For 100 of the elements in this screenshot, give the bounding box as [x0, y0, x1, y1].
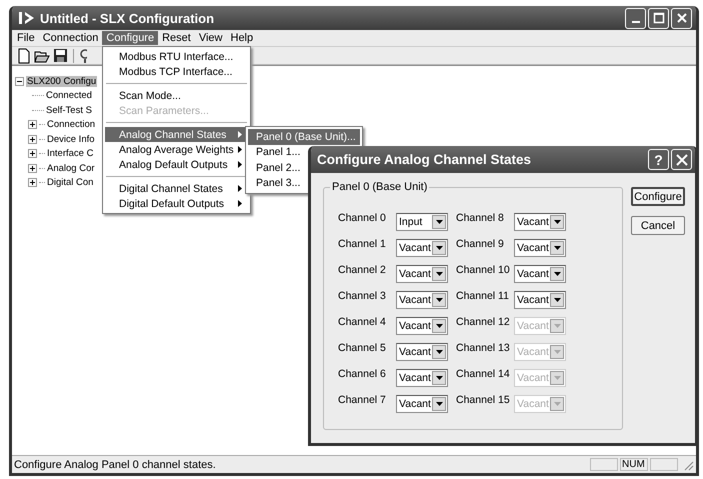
minimize-button[interactable] — [625, 8, 646, 28]
dialog-button[interactable]: Configure — [631, 187, 685, 206]
channel-label: Channel 1 — [338, 238, 387, 250]
channel-label: Channel 15 — [456, 394, 511, 406]
menu-entry[interactable]: Panel 0 (Base Unit)... — [248, 129, 360, 144]
menu-entry[interactable]: Analog Channel States — [105, 127, 248, 142]
menu-item[interactable]: View — [194, 31, 226, 45]
channel-dropdown[interactable]: Vacant — [396, 317, 448, 335]
dropdown-arrow-icon — [436, 324, 442, 328]
collapse-icon[interactable] — [15, 76, 24, 86]
channel-dropdown[interactable]: Vacant — [396, 343, 448, 361]
minimize-icon — [632, 21, 640, 23]
dropdown-arrow-icon — [554, 298, 560, 302]
menu-item[interactable]: File — [13, 31, 39, 45]
channel-label: Channel 12 — [456, 316, 511, 328]
menu-entry[interactable]: Analog Default Outputs — [105, 157, 248, 172]
tree-item[interactable]: Connection — [46, 119, 96, 130]
channel-dropdown[interactable]: Vacant — [514, 213, 566, 231]
logo-icon — [18, 11, 36, 25]
help-button[interactable]: ? — [648, 149, 669, 170]
dropdown-arrow-icon — [436, 402, 442, 406]
new-file-icon[interactable] — [17, 48, 31, 64]
dropdown-arrow-icon — [554, 402, 560, 406]
channel-label: Channel 3 — [338, 290, 387, 302]
menu-entry[interactable]: Analog Average Weights — [105, 142, 248, 157]
tree-item[interactable]: Digital Con — [46, 177, 94, 188]
maximize-icon — [652, 12, 664, 24]
channel-dropdown[interactable]: Vacant — [396, 291, 448, 309]
expand-icon[interactable] — [28, 164, 37, 173]
menu-item[interactable]: Connection — [38, 31, 102, 45]
expand-icon[interactable] — [28, 120, 37, 130]
channel-dropdown[interactable]: Vacant — [396, 239, 448, 257]
save-icon[interactable] — [53, 48, 68, 63]
channel-label: Channel 4 — [338, 316, 387, 328]
channel-label: Channel 10 — [456, 264, 511, 276]
menu-item[interactable]: Help — [226, 31, 258, 45]
menu-entry[interactable]: Digital Default Outputs — [105, 196, 248, 211]
expand-icon[interactable] — [28, 178, 37, 188]
channel-label: Channel 6 — [338, 368, 387, 380]
resize-grip-icon — [682, 458, 694, 470]
close-button[interactable] — [671, 149, 692, 170]
maximize-button[interactable] — [648, 8, 669, 28]
dropdown-arrow-icon — [436, 350, 442, 354]
dialog-button[interactable]: Cancel — [631, 216, 685, 235]
dropdown-arrow-icon — [436, 246, 442, 250]
dialog-title: Configure Analog Channel States — [317, 152, 532, 167]
channel-dropdown[interactable]: Vacant — [396, 395, 448, 413]
channel-dropdown[interactable]: Vacant — [396, 369, 448, 387]
tree-item[interactable]: Connected — [45, 90, 93, 102]
dropdown-arrow-icon — [554, 376, 560, 380]
channel-label: Channel 2 — [338, 264, 387, 276]
channel-label: Channel 8 — [456, 212, 505, 224]
dropdown-arrow-icon — [436, 272, 442, 276]
channel-label: Channel 0 — [338, 212, 387, 224]
status-pane — [650, 458, 678, 471]
channel-label: Channel 11 — [456, 290, 510, 302]
submenu-arrow-icon — [238, 131, 242, 138]
dropdown-arrow-icon — [554, 350, 560, 354]
group-label: Panel 0 (Base Unit) — [330, 181, 430, 193]
channel-label: Channel 13 — [456, 342, 511, 354]
tree-item[interactable]: SLX200 Configu — [26, 76, 98, 87]
tree-item[interactable]: Device Info — [46, 134, 96, 145]
channel-label: Channel 7 — [338, 394, 387, 406]
dropdown-arrow-icon — [436, 376, 442, 380]
dropdown-arrow-icon — [436, 298, 442, 302]
submenu-arrow-icon — [238, 185, 242, 192]
dropdown-arrow-icon — [554, 272, 560, 276]
tree-item[interactable]: Analog Cor — [46, 162, 96, 174]
help-icon[interactable] — [79, 48, 87, 64]
close-icon — [676, 154, 688, 166]
channel-dropdown[interactable]: Vacant — [514, 265, 566, 283]
menu-entry[interactable]: Digital Channel States — [105, 181, 248, 196]
expand-icon[interactable] — [28, 134, 37, 144]
channel-label: Channel 5 — [338, 342, 387, 354]
tree-item[interactable]: Self-Test S — [45, 104, 93, 116]
menu-entry[interactable]: Modbus TCP Interface... — [105, 64, 248, 79]
status-indicator: NUM — [620, 458, 648, 471]
menu-entry[interactable]: Scan Mode... — [105, 88, 248, 103]
expand-icon[interactable] — [28, 149, 37, 158]
menu-item[interactable]: Reset — [158, 31, 195, 45]
dropdown-arrow-icon — [554, 324, 560, 328]
status-pane — [590, 458, 618, 471]
channel-label: Channel 9 — [456, 238, 505, 250]
channel-dropdown[interactable]: Vacant — [396, 265, 448, 283]
dropdown-arrow-icon — [554, 220, 560, 224]
channel-dropdown[interactable]: Vacant — [514, 239, 566, 257]
status-text: Configure Analog Panel 0 channel states. — [14, 458, 217, 470]
window-title: Untitled - SLX Configuration — [40, 10, 216, 26]
channel-dropdown[interactable]: Vacant — [514, 291, 566, 309]
submenu-arrow-icon — [238, 161, 242, 168]
channel-dropdown[interactable]: Input — [396, 213, 448, 231]
submenu-arrow-icon — [238, 146, 242, 153]
menu-item[interactable]: Configure — [102, 31, 158, 45]
channel-label: Channel 14 — [456, 368, 511, 380]
submenu-arrow-icon — [238, 200, 242, 207]
tree-item[interactable]: Interface C — [46, 148, 94, 160]
menu-entry[interactable]: Modbus RTU Interface... — [105, 49, 248, 64]
close-button[interactable] — [671, 8, 692, 28]
close-icon — [676, 12, 688, 24]
dropdown-arrow-icon — [436, 220, 442, 224]
